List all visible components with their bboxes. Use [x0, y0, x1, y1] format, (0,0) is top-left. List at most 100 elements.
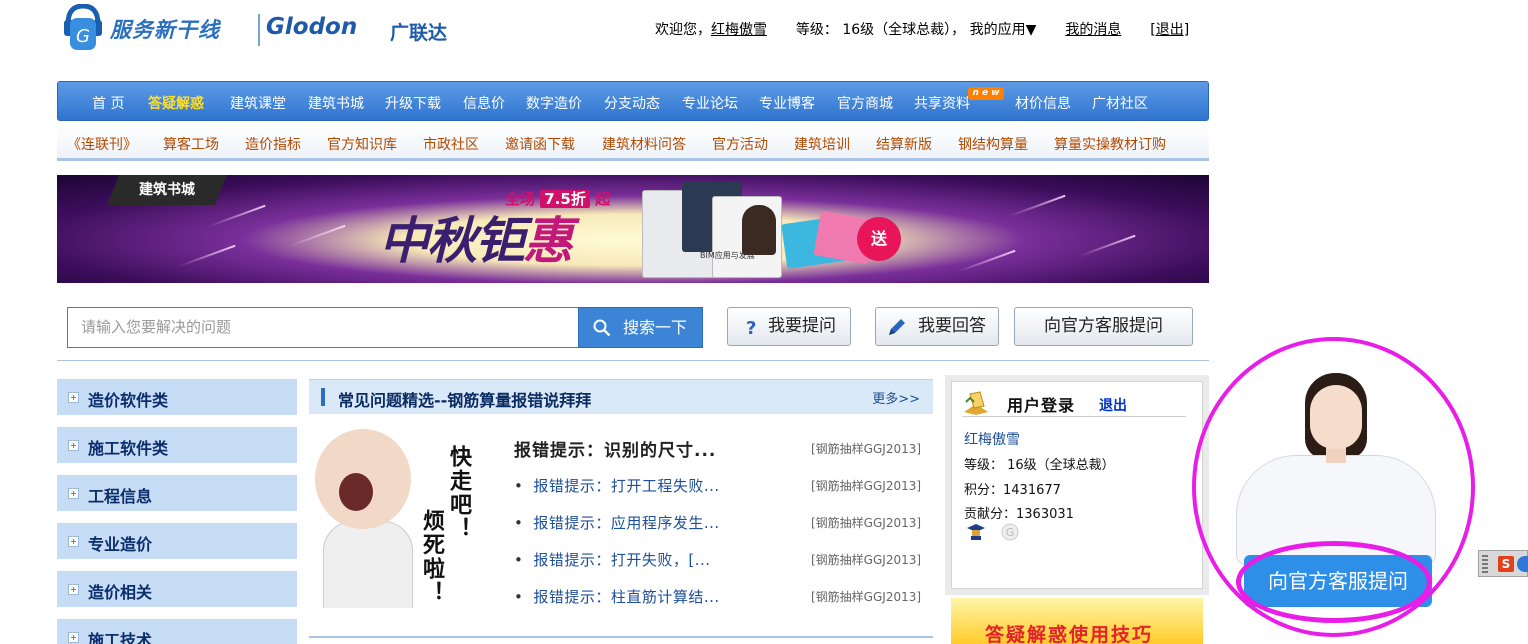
answer-question-button[interactable]: 我要回答 [875, 307, 999, 346]
login-logout-link[interactable]: 退出 [1099, 395, 1127, 415]
subnav-item-workshop[interactable]: 算客工场 [163, 134, 219, 154]
ask-question-button[interactable]: ? 我要提问 [727, 307, 851, 346]
subnav-item-cost-index[interactable]: 造价指标 [245, 134, 301, 154]
category-project-info[interactable]: 工程信息 [57, 475, 297, 511]
faq-item[interactable]: • 报错提示：打开工程失败... [514, 475, 720, 496]
level-label: 等级： [795, 22, 838, 38]
banner-tab: 建筑书城 [107, 175, 227, 205]
my-apps-menu[interactable]: 我的应用▼ [970, 22, 1037, 38]
subnav-item-municipal[interactable]: 市政社区 [423, 134, 479, 154]
highlight-circle-button [1236, 541, 1432, 623]
user-login-panel: 用户登录 退出 红梅傲雪 等级： 16级（全球总裁） 积分：1431677 贡献… [945, 375, 1209, 595]
g-medal-icon[interactable]: G [1000, 522, 1020, 542]
subnav-item-training[interactable]: 建筑培训 [794, 134, 850, 154]
logo-service-text: 服务新干线 [110, 18, 220, 42]
faq-title: 常见问题精选--钢筋算量报错说拜拜 [338, 391, 592, 410]
search-button[interactable]: 搜索一下 [578, 307, 703, 348]
nav-item-qa[interactable]: 答疑解惑 [148, 93, 204, 113]
username-link[interactable]: 红梅傲雪 [711, 22, 767, 38]
logout-link[interactable]: [退出] [1150, 22, 1189, 38]
nav-item-classroom[interactable]: 建筑课堂 [230, 93, 286, 113]
baby-body [323, 521, 413, 608]
baby-mouth [339, 473, 373, 511]
graduate-medal-icon[interactable] [966, 522, 986, 542]
nav-item-home[interactable]: 首 页 [92, 93, 124, 113]
divider [57, 360, 1209, 361]
drag-handle-icon[interactable] [1482, 555, 1488, 573]
plus-icon [68, 392, 79, 403]
faq-item[interactable]: • 报错提示：柱直筋计算结... [514, 586, 720, 607]
faq-header: 常见问题精选--钢筋算量报错说拜拜 更多>> [309, 379, 933, 414]
banner-star [1008, 194, 1066, 218]
nav-item-shared[interactable]: 共享资料 [914, 93, 970, 113]
logo-divider [258, 14, 260, 46]
nav-item-community[interactable]: 广材社区 [1092, 93, 1148, 113]
nav-item-blog[interactable]: 专业博客 [759, 93, 815, 113]
nav-item-mall[interactable]: 官方商城 [837, 93, 893, 113]
faq-featured-tag: [钢筋抽样GGJ2013] [811, 442, 922, 456]
ime-toolbar[interactable]: S [1478, 550, 1528, 577]
banner-star [958, 249, 1016, 273]
ime-mode-icon[interactable] [1517, 556, 1528, 572]
faq-featured-title[interactable]: 报错提示：识别的尺寸... [514, 436, 716, 461]
ask-official-service-label: 向官方客服提问 [1044, 316, 1163, 336]
subnav-item-steel[interactable]: 钢结构算量 [958, 134, 1028, 154]
category-cost-software[interactable]: 造价软件类 [57, 379, 297, 415]
nav-item-bookstore[interactable]: 建筑书城 [308, 93, 364, 113]
sogou-icon[interactable]: S [1498, 556, 1514, 572]
subnav-item-invitation[interactable]: 邀请函下载 [505, 134, 575, 154]
banner-book-label: BIM应用与发展 [700, 251, 755, 260]
search-icon [593, 319, 611, 337]
qa-tips-banner[interactable]: 答疑解惑使用技巧 [951, 598, 1203, 644]
category-professional-cost[interactable]: 专业造价 [57, 523, 297, 559]
logo-cn-text: 广联达 [390, 22, 448, 44]
new-badge: n e w [968, 87, 1004, 100]
svg-text:G: G [1006, 526, 1015, 539]
category-construction-software[interactable]: 施工软件类 [57, 427, 297, 463]
faq-item[interactable]: • 报错提示：打开失败，[... [514, 549, 711, 570]
login-level: 等级： 16级（全球总裁） [964, 458, 1115, 473]
subnav-item-textbook[interactable]: 算量实操教材订购 [1054, 134, 1166, 154]
faq-bottom-border [309, 636, 933, 638]
nav-item-material-price[interactable]: 材价信息 [1015, 93, 1071, 113]
banner-star [1078, 234, 1136, 258]
login-username-link[interactable]: 红梅傲雪 [964, 429, 1020, 449]
promo-banner[interactable]: 建筑书城 全场 7.5折 起 中秋钜惠 BIM应用与发展 送 [57, 175, 1209, 283]
search-input[interactable]: 请输入您要解决的问题 [67, 307, 579, 348]
banner-headline: 中秋钜惠 [379, 212, 573, 270]
welcome-text: 欢迎您， [655, 22, 711, 38]
faq-item-tag: [钢筋抽样GGJ2013] [811, 590, 922, 604]
qa-tips-title: 答疑解惑使用技巧 [985, 624, 1154, 644]
level-value: 16级（全球总裁）， [842, 22, 966, 38]
category-cost-related[interactable]: 造价相关 [57, 571, 297, 607]
subnav-item-knowledge[interactable]: 官方知识库 [327, 134, 397, 154]
plus-icon [68, 584, 79, 595]
site-logo[interactable]: G 服务新干线 Glodon 广联达 [62, 4, 462, 52]
my-messages-link[interactable]: 我的消息 [1065, 22, 1121, 38]
customer-service-widget[interactable]: 向官方客服提问 [1192, 337, 1477, 644]
nav-item-digital-cost[interactable]: 数字造价 [526, 93, 582, 113]
subnav-item-journal[interactable]: 《连联刊》 [67, 134, 137, 154]
svg-text:G: G [76, 26, 90, 47]
banner-star [288, 224, 346, 248]
ask-official-service-button[interactable]: 向官方客服提问 [1014, 307, 1193, 346]
nav-item-forum[interactable]: 专业论坛 [682, 93, 738, 113]
login-badge-icon [964, 391, 988, 415]
faq-more-link[interactable]: 更多>> [872, 388, 920, 407]
banner-gift-badge: 送 [857, 217, 901, 261]
faq-crying-baby-image[interactable]: 快走吧！ 烦死啦！ [309, 425, 474, 608]
login-contribution: 贡献分：1363031 [964, 507, 1074, 522]
plus-icon [68, 440, 79, 451]
subnav-item-materials-qa[interactable]: 建筑材料问答 [602, 134, 686, 154]
nav-item-info-price[interactable]: 信息价 [463, 93, 505, 113]
nav-item-download[interactable]: 升级下载 [385, 93, 441, 113]
image-text-annoyed: 烦死啦！ [419, 509, 444, 605]
plus-icon [68, 632, 79, 643]
question-icon: ? [746, 318, 756, 338]
banner-books-image: BIM应用与发展 [642, 180, 892, 280]
subnav-item-events[interactable]: 官方活动 [712, 134, 768, 154]
subnav-item-settlement[interactable]: 结算新版 [876, 134, 932, 154]
nav-item-branch[interactable]: 分支动态 [604, 93, 660, 113]
faq-item[interactable]: • 报错提示：应用程序发生... [514, 512, 720, 533]
category-construction-tech[interactable]: 施工技术 [57, 619, 297, 644]
